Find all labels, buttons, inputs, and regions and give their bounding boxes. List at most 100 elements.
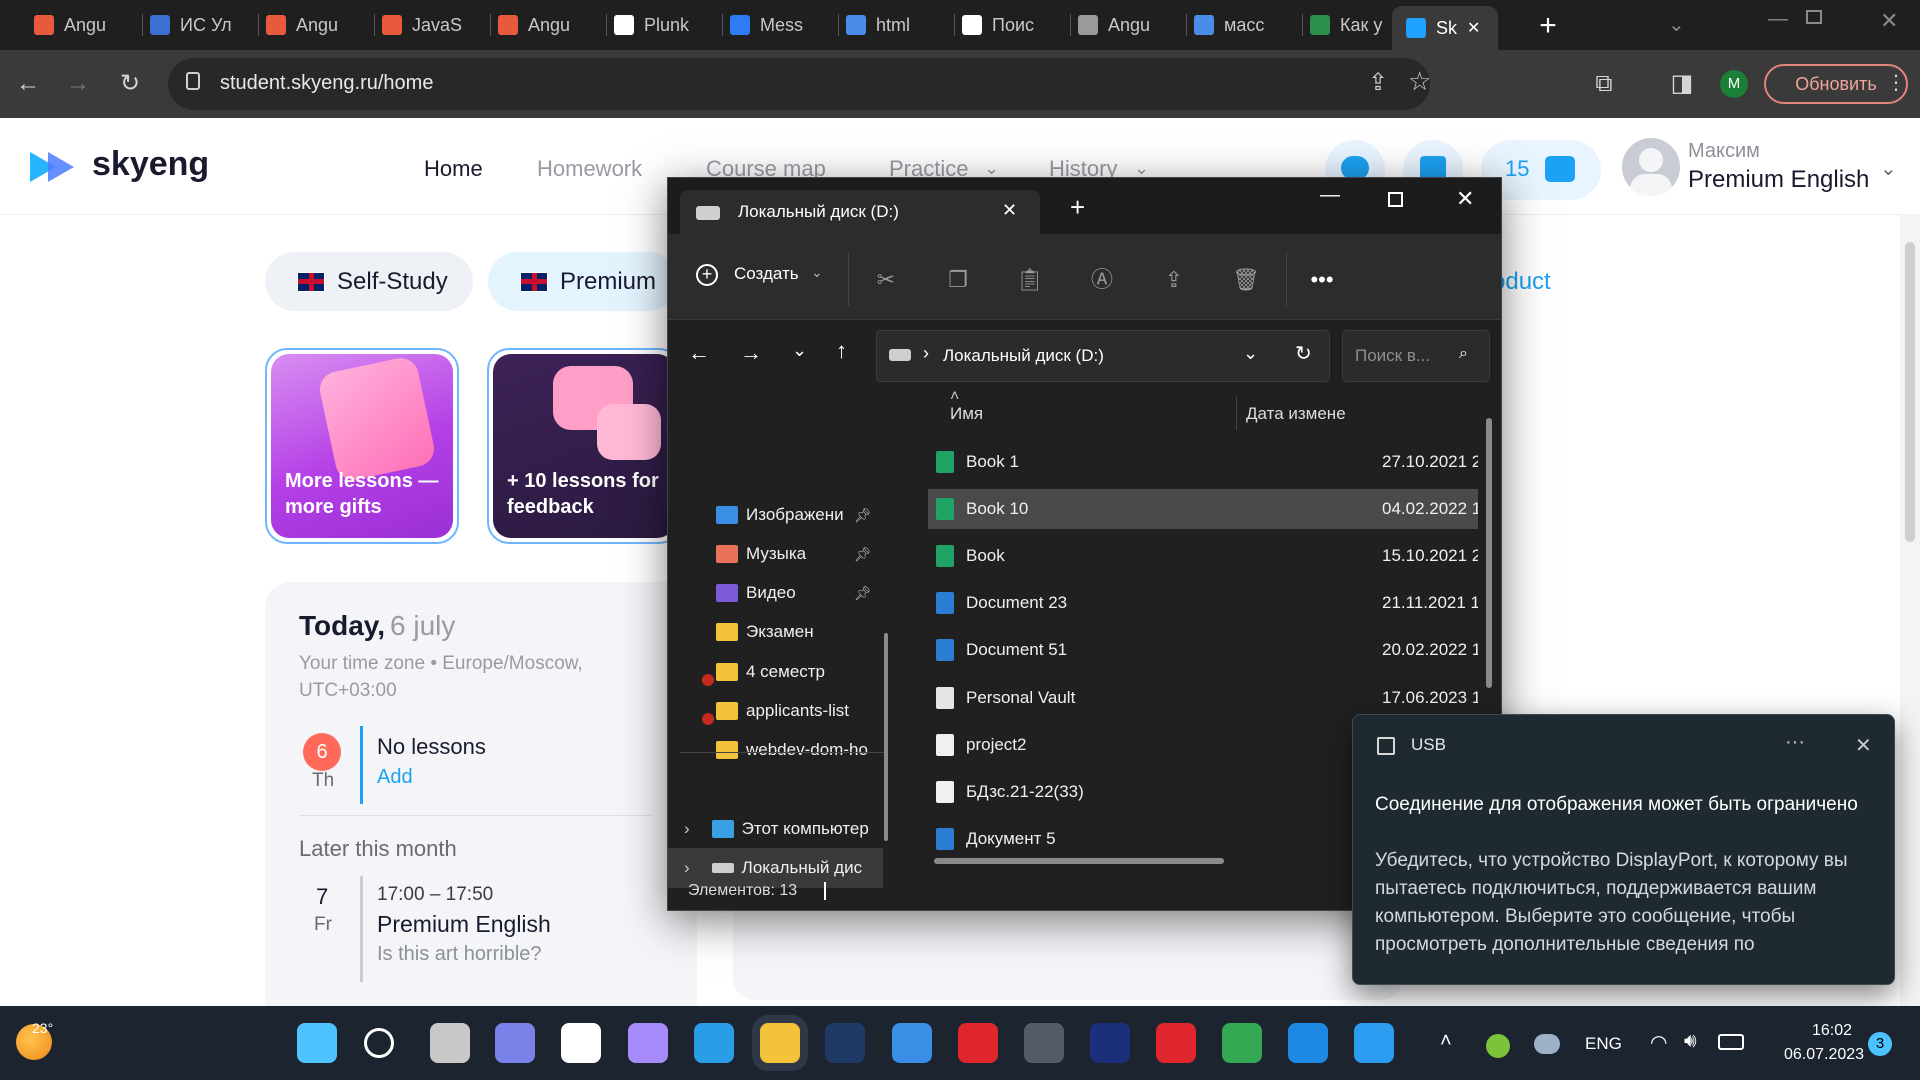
user-plan[interactable]: Premium English xyxy=(1688,166,1869,194)
notification-more-icon[interactable]: ··· xyxy=(1785,731,1805,754)
paste-icon[interactable]: 📋︎ xyxy=(1016,266,1044,294)
clock-date[interactable]: 06.07.2023 xyxy=(1784,1046,1864,1064)
user-menu-chevron-icon[interactable]: ⌄ xyxy=(1880,156,1897,181)
explorer-close-icon[interactable]: ✕ xyxy=(1456,186,1474,212)
tray-app-icon[interactable] xyxy=(1486,1034,1510,1058)
nav-pane-item[interactable]: 4 семестр xyxy=(668,652,883,692)
usb-notification-toast[interactable]: USB ··· ✕ Соединение для отображения мож… xyxy=(1352,714,1895,985)
onedrive-icon[interactable] xyxy=(1534,1034,1560,1054)
nav-pane-item[interactable]: Экзамен xyxy=(668,612,883,652)
nav-pane-item[interactable]: applicants-list xyxy=(668,691,883,731)
up-folder-icon[interactable]: ↑ xyxy=(836,338,847,364)
file-row[interactable]: Document 23 21.11.2021 1 xyxy=(928,583,1478,623)
browser-tab[interactable]: Поис xyxy=(962,8,1062,42)
battery-icon[interactable] xyxy=(1718,1034,1744,1050)
browser-tab[interactable]: Mess xyxy=(730,8,830,42)
minimize-window-icon[interactable]: — xyxy=(1768,8,1788,31)
browser-tab[interactable]: Sk ✕ xyxy=(1392,6,1498,50)
cut-icon[interactable]: ✂ xyxy=(872,266,900,294)
explorer-minimize-icon[interactable]: — xyxy=(1320,184,1340,207)
expand-chevron-icon[interactable]: › xyxy=(684,858,690,878)
delete-icon[interactable]: 🗑︎ xyxy=(1232,266,1260,294)
tab-search-icon[interactable]: ⌄ xyxy=(1668,12,1685,37)
explorer-back-icon[interactable]: ← xyxy=(688,340,710,366)
browser-tab[interactable]: JavaS xyxy=(382,8,482,42)
file-row[interactable]: Book 15.10.2021 2 xyxy=(928,536,1478,576)
promo-card-gifts[interactable]: More lessons — more gifts xyxy=(265,348,459,544)
forward-icon[interactable]: → xyxy=(60,66,96,102)
explorer-forward-icon[interactable]: → xyxy=(740,340,762,366)
nav-home[interactable]: Home xyxy=(424,156,483,182)
task-view-icon[interactable] xyxy=(430,1023,470,1063)
mail-icon[interactable] xyxy=(892,1023,932,1063)
nav-pane-item[interactable]: webdev-dom-ho xyxy=(668,730,883,770)
browser-menu-icon[interactable]: ⋮ xyxy=(1886,70,1906,95)
vpn-icon[interactable] xyxy=(1090,1023,1130,1063)
column-name-header[interactable]: Имя xyxy=(950,404,983,424)
new-tab-button[interactable]: + xyxy=(1533,11,1563,42)
tray-overflow-icon[interactable]: ˄ xyxy=(1440,1030,1452,1053)
nav-pane-item[interactable]: Музыка 📌︎ xyxy=(668,534,883,574)
volume-icon[interactable]: 🔊︎ xyxy=(1684,1030,1697,1053)
explorer-address-bar[interactable]: › Локальный диск (D:) ⌄ ↻ xyxy=(876,330,1330,382)
chrome-icon[interactable] xyxy=(1222,1023,1262,1063)
edge-icon[interactable] xyxy=(694,1023,734,1063)
browser-tab[interactable]: Angu xyxy=(498,8,598,42)
new-explorer-tab-icon[interactable]: + xyxy=(1070,192,1085,223)
share-icon[interactable]: ⇪ xyxy=(1368,68,1388,97)
sidebar-icon[interactable]: ◨ xyxy=(1664,66,1700,102)
user-avatar[interactable] xyxy=(1622,138,1680,196)
explorer-search-input[interactable]: Поиск в... ⌕ xyxy=(1342,330,1490,382)
pill-self-study[interactable]: Self-Study xyxy=(265,252,473,311)
nav-homework[interactable]: Homework xyxy=(537,156,642,182)
page-scrollbar[interactable] xyxy=(1900,214,1920,1006)
file-row[interactable]: Personal Vault 17.06.2023 1 xyxy=(928,678,1478,718)
explorer-tab[interactable]: Локальный диск (D:) ✕ xyxy=(680,190,1040,234)
restore-window-icon[interactable] xyxy=(1806,10,1822,24)
back-icon[interactable]: ← xyxy=(10,66,46,102)
close-tab-icon[interactable]: ✕ xyxy=(1002,200,1017,221)
browser-tab[interactable]: масс xyxy=(1194,8,1294,42)
profile-avatar[interactable]: M xyxy=(1720,70,1748,98)
pill-premium[interactable]: Premium xyxy=(488,252,678,311)
expand-chevron-icon[interactable]: › xyxy=(684,819,690,839)
browser-tab[interactable]: Angu xyxy=(1078,8,1178,42)
language-indicator[interactable]: ENG xyxy=(1585,1034,1622,1054)
address-bar[interactable]: student.skyeng.ru/home ⇪ ☆ xyxy=(168,58,1431,110)
webstorm-icon[interactable] xyxy=(1288,1023,1328,1063)
address-history-icon[interactable]: ⌄ xyxy=(1243,343,1258,364)
bookmark-star-icon[interactable]: ☆ xyxy=(1408,66,1431,97)
skyeng-logo-text[interactable]: skyeng xyxy=(92,145,209,184)
nav-pane-item[interactable]: › Этот компьютер xyxy=(668,809,883,849)
promo-card-feedback[interactable]: + 10 lessons for feedback xyxy=(487,348,681,544)
notification-close-icon[interactable]: ✕ xyxy=(1855,733,1872,758)
alice-icon[interactable] xyxy=(628,1023,668,1063)
close-window-icon[interactable]: ✕ xyxy=(1880,8,1898,34)
more-options-icon[interactable]: ••• xyxy=(1308,266,1336,294)
wifi-icon[interactable]: ◠ xyxy=(1650,1030,1667,1055)
column-date-header[interactable]: Дата измене xyxy=(1246,404,1346,424)
refresh-icon[interactable]: ↻ xyxy=(1295,341,1312,366)
browser-tab[interactable]: Plunk xyxy=(614,8,714,42)
explorer-maximize-icon[interactable] xyxy=(1388,192,1403,207)
yandex-browser-icon[interactable] xyxy=(561,1023,601,1063)
clock-time[interactable]: 16:02 xyxy=(1812,1022,1852,1040)
nav-scrollbar[interactable] xyxy=(884,633,888,841)
file-explorer-icon[interactable] xyxy=(760,1023,800,1063)
copy-icon[interactable]: ❐ xyxy=(944,266,972,294)
close-tab-icon[interactable]: ✕ xyxy=(1467,18,1480,38)
nav-pane-item[interactable]: Видео 📌︎ xyxy=(668,573,883,613)
vscode-icon[interactable] xyxy=(1354,1023,1394,1063)
file-row[interactable]: Book 10 04.02.2022 1 xyxy=(928,489,1478,530)
file-list-hscrollbar[interactable] xyxy=(934,858,1224,864)
extensions-icon[interactable]: ⧉ xyxy=(1586,66,1622,102)
teams-chat-icon[interactable] xyxy=(495,1023,535,1063)
browser-tab[interactable]: html xyxy=(846,8,946,42)
nav-pane-item[interactable]: Изображени 📌︎ xyxy=(668,495,883,535)
app-shield-icon[interactable] xyxy=(1024,1023,1064,1063)
start-icon[interactable] xyxy=(297,1023,337,1063)
notification-badge[interactable]: 3 xyxy=(1868,1032,1892,1056)
search-icon[interactable] xyxy=(364,1028,394,1058)
browser-tab[interactable]: Angu xyxy=(266,8,366,42)
add-lesson-link[interactable]: Add xyxy=(377,766,413,789)
